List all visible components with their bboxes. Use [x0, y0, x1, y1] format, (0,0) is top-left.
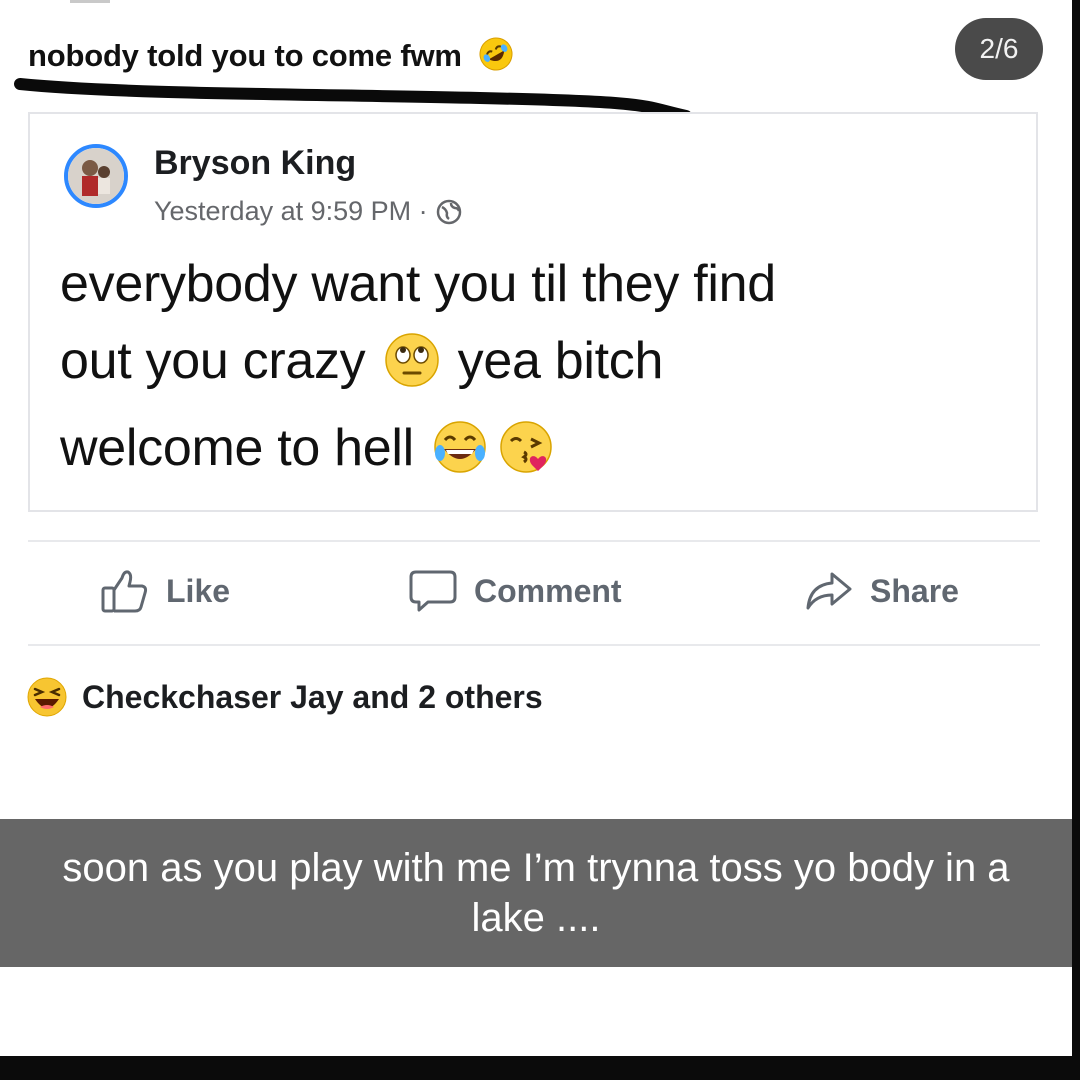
globe-icon: [436, 199, 462, 225]
frame-border-bottom: [0, 1056, 1080, 1080]
post-text-segment: out you crazy: [60, 332, 366, 390]
post-text-line: welcome to hell: [60, 410, 1020, 497]
reactions-summary[interactable]: Checkchaser Jay and 2 others: [26, 676, 543, 718]
frame-border-right: [1072, 0, 1080, 1080]
share-button[interactable]: Share: [804, 568, 959, 614]
comment-label: Comment: [474, 572, 622, 609]
comment-icon: [408, 568, 458, 614]
post-meta: Yesterday at 9:59 PM ·: [154, 196, 462, 227]
comment-button[interactable]: Comment: [408, 568, 622, 614]
story-caption-text: nobody told you to come fwm: [28, 38, 462, 73]
story-caption-bottom: soon as you play with me I’m trynna toss…: [62, 846, 1010, 940]
share-icon: [804, 568, 854, 614]
divider: [28, 644, 1040, 646]
haha-reaction-icon: [26, 676, 68, 718]
post-timestamp[interactable]: Yesterday at 9:59 PM ·: [154, 196, 428, 227]
page-indicator-badge: 2/6: [955, 18, 1043, 80]
post-text-segment: welcome to hell: [60, 419, 414, 477]
page-indicator: 2/6: [979, 33, 1019, 64]
like-button[interactable]: Like: [100, 568, 230, 614]
post-card: Bryson King Yesterday at 9:59 PM · every…: [28, 112, 1038, 512]
kiss-emoji-icon: [498, 419, 554, 497]
like-label: Like: [166, 572, 231, 609]
divider: [28, 540, 1040, 542]
eye-roll-emoji-icon: [384, 332, 440, 410]
tears-of-joy-emoji-icon: [432, 419, 488, 497]
like-icon: [100, 568, 150, 614]
post-text: everybody want you til they find out you…: [60, 246, 1020, 497]
share-label: Share: [870, 572, 959, 609]
post-author-name[interactable]: Bryson King: [154, 144, 356, 183]
reactions-label: Checkchaser Jay and 2 others: [82, 678, 543, 715]
story-caption-bar: soon as you play with me I’m trynna toss…: [0, 819, 1072, 967]
avatar[interactable]: [64, 144, 128, 208]
post-text-line: everybody want you til they find: [60, 255, 776, 313]
top-edge: [70, 0, 110, 3]
post-text-line: out you crazy yea bitch: [60, 323, 1020, 410]
post-text-segment: yea bitch: [457, 332, 664, 390]
avatar-photo: [68, 148, 124, 204]
